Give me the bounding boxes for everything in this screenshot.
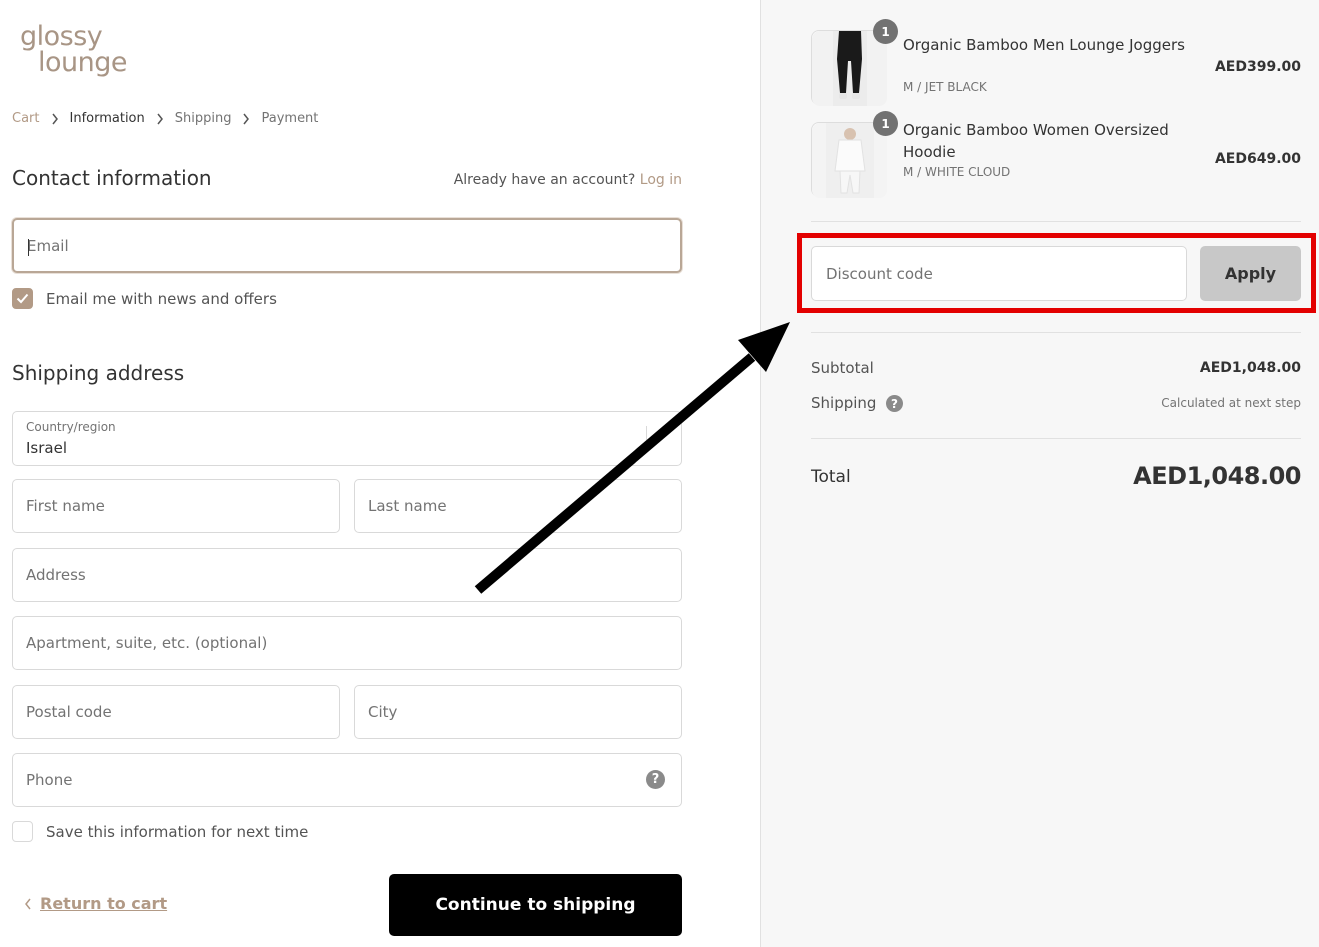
product-thumbnail: 1 [811,111,898,198]
last-name-input[interactable] [355,480,681,532]
checkmark-icon [16,293,29,304]
quantity-badge: 1 [873,111,898,136]
breadcrumb-cart[interactable]: Cart [12,111,40,126]
last-name-field[interactable] [354,479,682,533]
product-variant: M / JET BLACK [903,80,987,94]
country-select[interactable]: Country/region Israel [12,411,682,466]
address-input[interactable] [13,549,681,601]
apartment-input[interactable] [13,617,681,669]
joggers-image [812,31,887,106]
divider [811,221,1301,222]
return-to-cart-label: Return to cart [40,894,168,913]
return-to-cart-link[interactable]: Return to cart [24,894,167,913]
total-value: AED1,048.00 [1133,462,1301,490]
breadcrumb: Cart Information Shipping Payment [12,111,318,126]
first-name-input[interactable] [13,480,339,532]
phone-input[interactable] [13,754,681,806]
email-input[interactable] [14,220,680,271]
divider [811,332,1301,333]
save-info-row[interactable]: Save this information for next time [12,821,308,842]
hoodie-image [812,123,887,198]
address-field[interactable] [12,548,682,602]
save-info-label: Save this information for next time [46,822,309,841]
breadcrumb-shipping: Shipping [174,111,232,126]
contact-information-heading: Contact information [12,166,212,190]
phone-field[interactable] [12,753,682,807]
newsletter-checkbox[interactable] [12,288,33,309]
subtotal-value: AED1,048.00 [1199,360,1301,376]
country-value: Israel [26,439,67,457]
chevron-right-icon [145,111,175,126]
select-divider [646,426,647,440]
shipping-value: Calculated at next step [1161,396,1301,410]
postal-code-field[interactable] [12,685,340,739]
order-line-item: 1 Organic Bamboo Men Lounge Joggers M / … [811,19,1301,106]
total-label: Total [811,467,851,487]
product-name: Organic Bamboo Men Lounge Joggers [903,36,1185,54]
save-info-checkbox[interactable] [12,821,33,842]
checkout-form-panel: glossy lounge Cart Information Shipping … [0,0,760,947]
text-caret [28,239,29,256]
email-field[interactable] [12,218,682,273]
newsletter-row[interactable]: Email me with news and offers [12,288,277,309]
product-thumbnail: 1 [811,19,898,106]
login-hint: Already have an account? Log in [454,172,682,188]
subtotal-label: Subtotal [811,359,874,377]
shipping-help-icon[interactable]: ? [886,395,903,412]
breadcrumb-information: Information [69,111,145,126]
login-prompt: Already have an account? [453,172,636,188]
product-name: Organic Bamboo Women Oversized Hoodie [903,121,1169,161]
chevron-right-icon [231,111,261,126]
product-price: AED399.00 [1214,59,1301,75]
annotation-highlight-box [797,233,1316,313]
chevron-left-icon [25,898,31,909]
product-variant: M / WHITE CLOUD [903,165,1011,179]
chevron-right-icon [40,111,70,126]
quantity-badge: 1 [873,19,898,44]
continue-to-shipping-button[interactable]: Continue to shipping [389,874,682,936]
country-label: Country/region [26,420,116,434]
login-link[interactable]: Log in [640,172,682,188]
breadcrumb-payment: Payment [261,111,319,126]
logo-line-2: lounge [38,47,128,78]
first-name-field[interactable] [12,479,340,533]
city-input[interactable] [355,686,681,738]
order-line-item: 1 Organic Bamboo Women Oversized Hoodie … [811,111,1301,198]
postal-code-input[interactable] [13,686,339,738]
city-field[interactable] [354,685,682,739]
divider [811,438,1301,439]
newsletter-label: Email me with news and offers [46,289,277,308]
shipping-label: Shipping [811,394,877,412]
product-price: AED649.00 [1214,151,1301,167]
store-logo[interactable]: glossy lounge [20,23,128,78]
phone-help-icon[interactable]: ? [646,770,665,789]
shipping-address-heading: Shipping address [12,361,185,385]
apartment-field[interactable] [12,616,682,670]
